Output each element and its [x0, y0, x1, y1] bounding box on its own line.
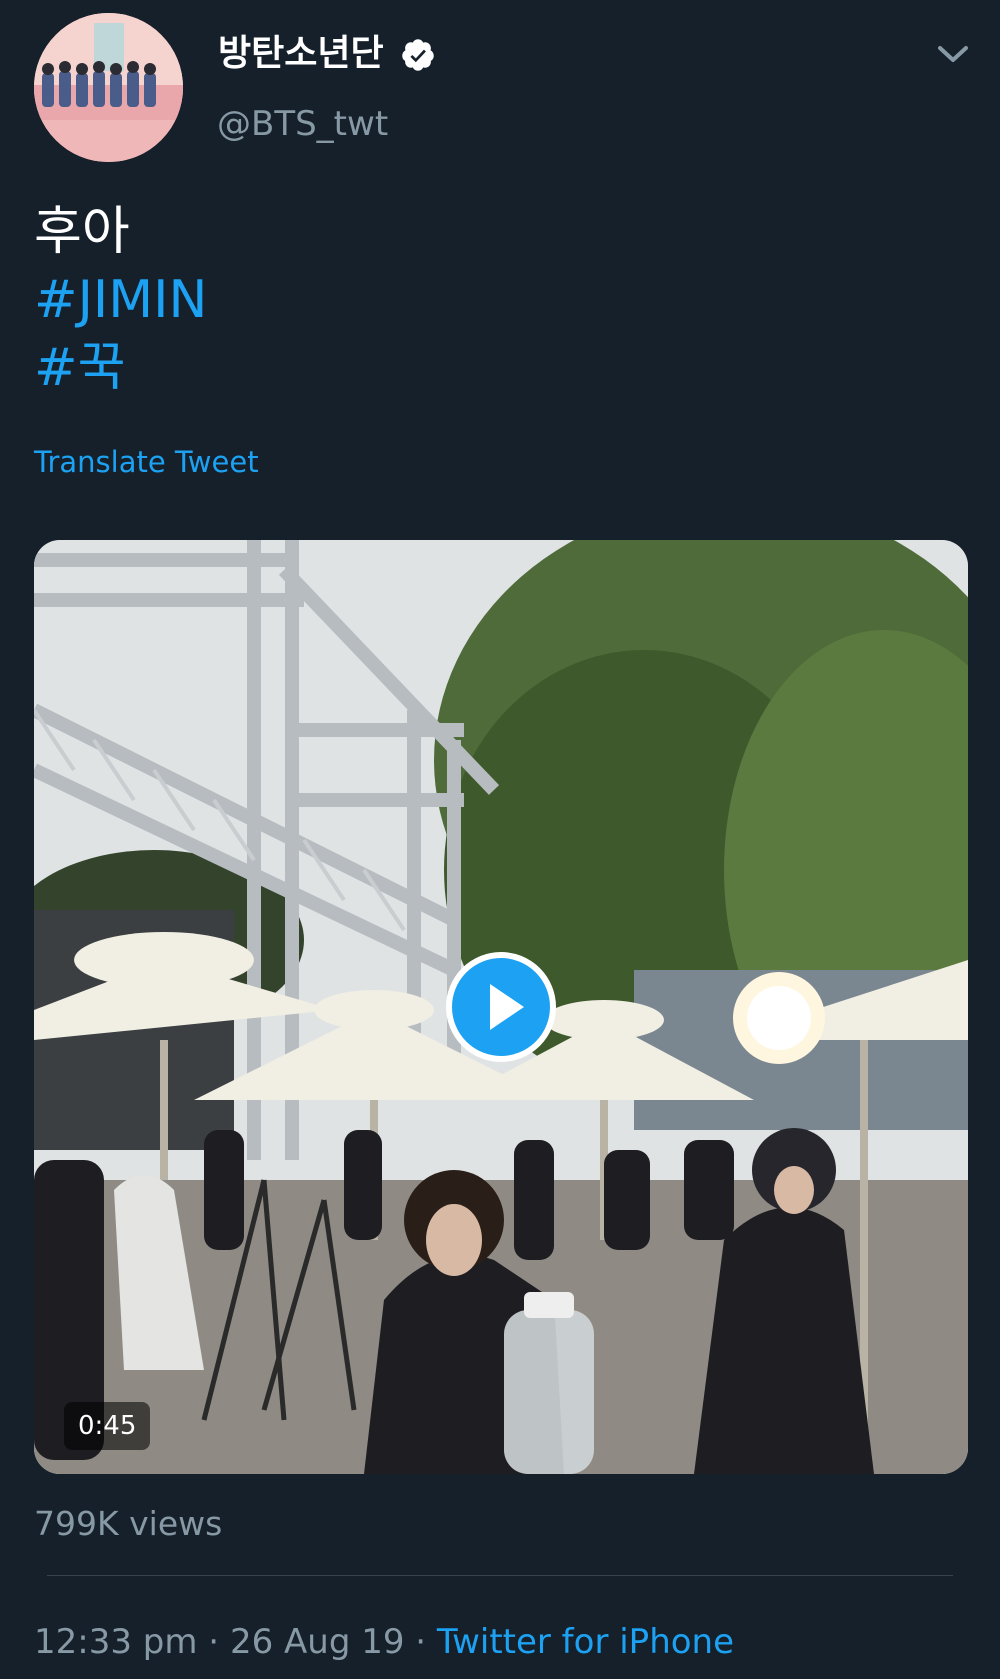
user-handle[interactable]: @BTS_twt — [217, 102, 388, 146]
hashtag-kkuk[interactable]: #꾹 — [34, 334, 207, 402]
avatar-image — [34, 13, 183, 162]
meta-separator: · — [197, 1622, 230, 1662]
tweet-text: 후아 #JIMIN #꾹 — [34, 198, 207, 402]
verified-badge-icon — [402, 39, 434, 71]
avatar[interactable] — [34, 13, 183, 162]
tweet-date: 26 Aug 19 — [229, 1622, 405, 1662]
video-player[interactable]: 0:45 — [34, 540, 968, 1474]
tweet-source-link[interactable]: Twitter for iPhone — [437, 1622, 734, 1662]
chevron-down-icon[interactable] — [935, 40, 971, 68]
hashtag-jimin[interactable]: #JIMIN — [34, 266, 207, 334]
play-icon[interactable] — [446, 952, 556, 1062]
divider — [47, 1575, 953, 1576]
video-duration: 0:45 — [64, 1402, 151, 1450]
display-name[interactable]: 방탄소년단 — [218, 30, 384, 78]
tweet-meta: 12:33 pm · 26 Aug 19 · Twitter for iPhon… — [34, 1620, 734, 1664]
translate-tweet-link[interactable]: Translate Tweet — [34, 442, 259, 482]
tweet-text-line: 후아 — [34, 202, 130, 262]
view-count: 799K views — [34, 1504, 223, 1543]
tweet-time: 12:33 pm — [34, 1622, 198, 1662]
meta-separator: · — [404, 1622, 437, 1662]
